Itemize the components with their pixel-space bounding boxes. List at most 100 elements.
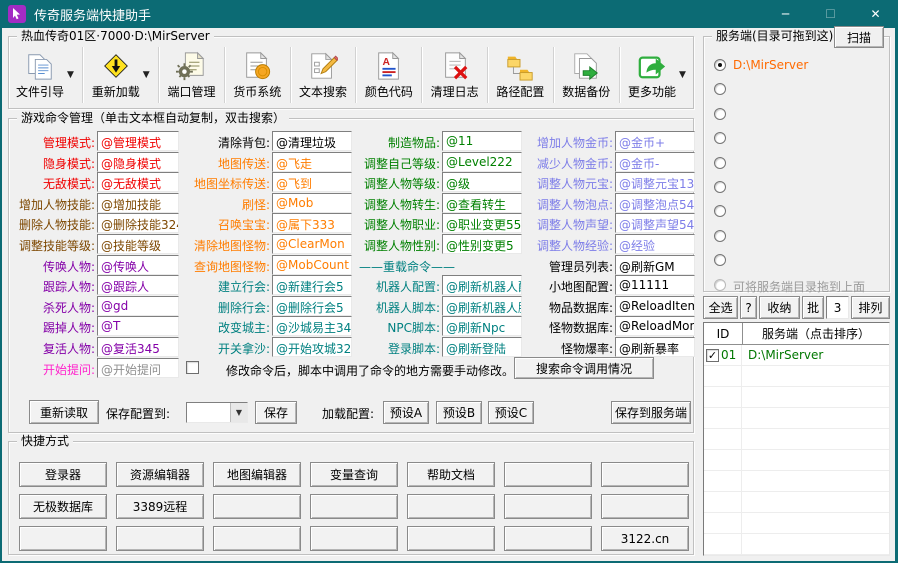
shortcut-button-empty[interactable] [310,494,398,519]
server-slot-radio-6[interactable] [714,181,726,193]
search-command-usage-button[interactable]: 搜索命令调用情况 [514,357,654,379]
chevron-down-icon[interactable]: ▼ [230,403,247,422]
server-slot-radio-3[interactable] [714,108,726,120]
toolbar-button-8[interactable]: 路径配置 [493,45,547,105]
shortcut-button-empty[interactable] [504,494,592,519]
table-header-id[interactable]: ID [704,323,743,344]
shortcut-button[interactable]: 资源编辑器 [116,462,204,487]
toolbar-separator [290,47,291,103]
row-checkbox[interactable]: ✓ [706,349,719,362]
shortcut-button-empty[interactable] [19,526,107,551]
toolbar-button-label: 数据备份 [562,83,610,100]
toolbar-button-3[interactable]: 端口管理 [164,45,218,105]
titlebar: 传奇服务端快捷助手 ─ ☐ ✕ [0,0,898,28]
toolbar-group-title: 热血传奇01区·7000·D:\MirServer [17,29,214,44]
command-field[interactable]: @ReloadMonste [615,316,695,336]
toolbar-button-1[interactable]: 文件引导▼ [13,45,77,105]
chevron-down-icon[interactable]: ▼ [679,70,686,80]
shortcut-button-empty[interactable] [504,462,592,487]
command-label: 无敌模式: [0,175,95,192]
command-label: 调整人物职业: [290,216,440,233]
shortcut-button-empty[interactable] [407,526,495,551]
command-field[interactable]: @刷新GM [615,255,695,275]
toolbar-button-4[interactable]: 货币系统 [230,45,284,105]
server-slot-radio-4[interactable] [714,132,726,144]
reload-config-button[interactable]: 重新读取 [29,400,99,424]
save-config-to-label: 保存配置到: [106,405,170,422]
command-label: NPC脚本: [290,319,440,336]
command-field[interactable]: @经验 [615,234,695,254]
toolbar-separator [421,47,422,103]
command-label: 删除人物技能: [0,216,95,233]
command-label: 登录脚本: [290,340,440,357]
shortcut-button-empty[interactable] [116,526,204,551]
command-field[interactable]: @调整声望54 [615,213,695,233]
config-slot-value [187,403,230,422]
shortcut-button-empty[interactable] [310,526,398,551]
chevron-down-icon[interactable]: ▼ [67,70,74,80]
shortcut-button[interactable]: 帮助文档 [407,462,495,487]
toolbar-button-9[interactable]: 数据备份 [559,45,613,105]
toolbar-button-7[interactable]: 清理日志 [428,45,482,105]
table-cell-id [704,492,742,512]
command-field[interactable]: @开始提问 [97,358,179,378]
shortcut-button[interactable]: 3389远程 [116,494,204,519]
help-button[interactable]: ? [740,296,757,319]
shortcut-button[interactable]: 地图编辑器 [213,462,301,487]
command-label: 清除背包: [120,134,270,151]
table-cell-id [704,555,742,556]
toolbar-button-6[interactable]: A颜色代码 [362,45,416,105]
server-slot-radio-5[interactable] [714,157,726,169]
command-field[interactable]: @ReloadItemDB [615,296,695,316]
chevron-down-icon[interactable]: ▼ [143,70,150,80]
maximize-button[interactable]: ☐ [808,0,853,28]
shortcut-button[interactable]: 登录器 [19,462,107,487]
shortcut-button-empty[interactable] [601,494,689,519]
server-slot-radio-9[interactable] [714,254,726,266]
arrange-button[interactable]: 排列 [851,296,890,319]
backup-document-icon [571,51,601,81]
collapse-button[interactable]: 收纳 [759,296,800,319]
table-header-name[interactable]: 服务端（点击排序） [743,323,889,344]
table-row[interactable]: ✓01D:\MirServer [704,345,889,366]
minimize-button[interactable]: ─ [763,0,808,28]
server-slot-radio-1[interactable] [714,59,726,71]
save-config-button[interactable]: 保存 [255,401,297,424]
shortcut-button-empty[interactable] [213,494,301,519]
preset-c-button[interactable]: 预设C [488,401,534,424]
shortcut-button-empty[interactable] [213,526,301,551]
preset-a-button[interactable]: 预设A [383,401,429,424]
shortcut-button-empty[interactable] [407,494,495,519]
toolbar-button-2[interactable]: 重新加载▼ [89,45,153,105]
command-label: 物品数据库: [463,299,613,316]
command-field[interactable]: @调整泡点54 [615,193,695,213]
save-to-server-button[interactable]: 保存到服务端 [611,401,691,424]
shortcut-button[interactable]: 变量查询 [310,462,398,487]
command-field[interactable]: @调整元宝1347 [615,172,695,192]
select-all-button[interactable]: 全选 [703,296,738,319]
count-edit[interactable]: 3 [826,296,849,319]
command-field[interactable]: @金币- [615,152,695,172]
close-button[interactable]: ✕ [853,0,898,28]
batch-button[interactable]: 批 [802,296,825,319]
toolbar-button-10[interactable]: 更多功能▼ [625,45,689,105]
command-label: 怪物数据库: [463,319,613,336]
shortcut-button-empty[interactable] [601,462,689,487]
server-list-toolbar: 全选?收纳批3排列 [703,296,890,319]
server-slot-radio-7[interactable] [714,205,726,217]
coin-document-icon [242,51,272,81]
shortcut-button[interactable]: 3122.cn [601,526,689,551]
command-label: 刷怪: [120,196,270,213]
shortcut-button-empty[interactable] [504,526,592,551]
shortcut-button[interactable]: 无极数据库 [19,494,107,519]
server-slot-radio-2[interactable] [714,83,726,95]
server-slot-radio-8[interactable] [714,230,726,242]
command-field[interactable]: @11111 [615,275,695,295]
toolbar-separator [224,47,225,103]
command-field[interactable]: @刷新暴率 [615,337,695,357]
command-field[interactable]: @金币+ [615,131,695,151]
config-slot-select[interactable]: ▼ [186,402,248,423]
ask-question-checkbox[interactable] [186,361,199,374]
preset-b-button[interactable]: 预设B [436,401,482,424]
toolbar-button-5[interactable]: 文本搜索 [296,45,350,105]
